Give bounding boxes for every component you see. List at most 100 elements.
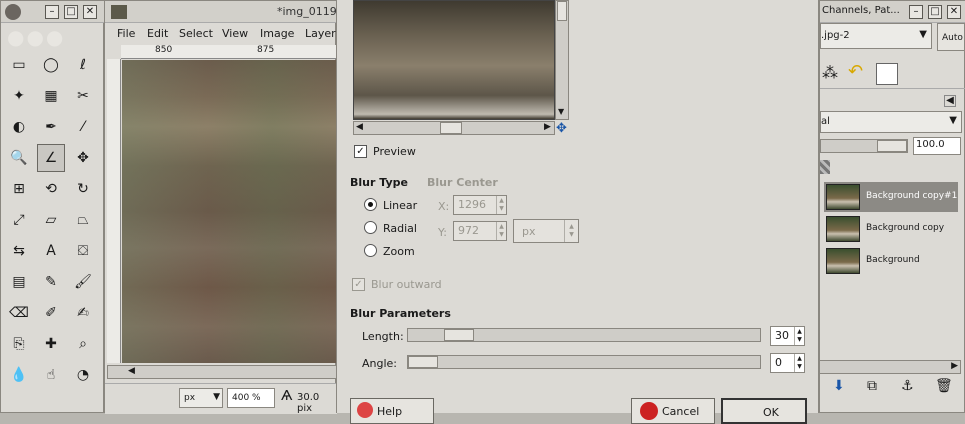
radio-zoom[interactable]: [364, 244, 377, 257]
opacity-slider-thumb[interactable]: [877, 140, 907, 152]
fuzzy-select-icon[interactable]: ✦: [5, 82, 33, 110]
pencil-icon[interactable]: ✎: [37, 268, 65, 296]
minimize-button[interactable]: –: [909, 5, 923, 19]
lock-alpha-checker[interactable]: [820, 160, 830, 174]
preview-vscrollbar[interactable]: ▼: [555, 0, 569, 120]
dodge-icon[interactable]: ◔: [69, 361, 97, 389]
scale-icon[interactable]: ⤢: [5, 206, 33, 234]
preview-checkbox[interactable]: ✓: [354, 145, 367, 158]
move-icon[interactable]: ✥: [69, 144, 97, 172]
color-select-icon[interactable]: ▦: [37, 82, 65, 110]
transform-icon[interactable]: ⟲: [37, 175, 65, 203]
layer-row[interactable]: Background copy#1: [824, 182, 958, 212]
ink-icon[interactable]: ✍: [69, 299, 97, 327]
image-window: *img_0119.j File Edit Select View Image …: [104, 0, 343, 414]
spinner-arrows[interactable]: ▲ ▼: [794, 327, 804, 345]
brushes-tab-icon[interactable]: [876, 63, 898, 85]
opacity-spinner[interactable]: 100.0: [913, 137, 961, 155]
layers-titlebar: Channels, Pat... – □ ✕: [820, 1, 965, 23]
layer-row[interactable]: Background: [824, 246, 958, 276]
paths-icon[interactable]: ✒: [37, 113, 65, 141]
maximize-button[interactable]: □: [64, 5, 78, 19]
menu-image[interactable]: Image: [260, 27, 294, 40]
color-picker-icon[interactable]: ⁄: [69, 113, 97, 141]
angle-slider-thumb[interactable]: [408, 356, 438, 368]
close-button[interactable]: ✕: [947, 5, 961, 19]
scroll-right-icon[interactable]: ▶: [951, 361, 958, 371]
scroll-right-icon[interactable]: ▶: [544, 122, 551, 132]
paths-tab-icon[interactable]: ⁂: [822, 63, 838, 82]
preview-hscroll-thumb[interactable]: [440, 122, 462, 134]
chevron-down-icon: ▼: [919, 29, 927, 40]
minimize-button[interactable]: –: [45, 5, 59, 19]
measure-icon[interactable]: ∠: [37, 144, 65, 172]
rotate-icon[interactable]: ↻: [69, 175, 97, 203]
menu-layer[interactable]: Layer: [305, 27, 336, 40]
foreground-select-icon[interactable]: ◐: [5, 113, 33, 141]
anchor-layer-icon[interactable]: ⚓: [901, 378, 914, 394]
smudge-icon[interactable]: ☝: [37, 361, 65, 389]
shear-icon[interactable]: ▱: [37, 206, 65, 234]
radio-linear[interactable]: [364, 198, 377, 211]
perspective-clone-icon[interactable]: ⌕: [69, 330, 97, 358]
preview-hscrollbar[interactable]: ◀ ▶: [353, 121, 555, 135]
eraser-icon[interactable]: ⌫: [5, 299, 33, 327]
blend-icon[interactable]: ▤: [5, 268, 33, 296]
perspective-icon[interactable]: ⏢: [69, 206, 97, 234]
menu-view[interactable]: View: [222, 27, 248, 40]
blur-params-heading: Blur Parameters: [350, 307, 451, 320]
menu-select[interactable]: Select: [179, 27, 213, 40]
angle-slider[interactable]: [407, 355, 761, 369]
zoom-icon[interactable]: 🔍: [5, 144, 33, 172]
menu-file[interactable]: File: [117, 27, 135, 40]
paintbrush-icon[interactable]: 🖌: [69, 268, 97, 296]
ellipse-select-icon[interactable]: ◯: [37, 51, 65, 79]
bucket-fill-icon[interactable]: ⛋: [69, 237, 97, 265]
panel-menu-icon[interactable]: ◀: [944, 95, 956, 107]
clone-icon[interactable]: ⎘: [5, 330, 33, 358]
delete-layer-icon[interactable]: 🗑: [935, 378, 953, 394]
cancel-button[interactable]: Cancel: [631, 398, 715, 424]
text-icon[interactable]: A: [37, 237, 65, 265]
spinner-arrows[interactable]: ▲ ▼: [794, 354, 804, 372]
auto-button[interactable]: Auto: [937, 23, 965, 51]
airbrush-icon[interactable]: ✐: [37, 299, 65, 327]
lower-layer-icon[interactable]: ⬇: [833, 378, 845, 394]
layer-thumbnail: [826, 248, 860, 274]
menu-edit[interactable]: Edit: [147, 27, 168, 40]
ok-button[interactable]: OK: [721, 398, 807, 424]
unit-select[interactable]: px ▼: [179, 388, 223, 408]
zoom-select[interactable]: 400 %: [227, 388, 275, 408]
duplicate-layer-icon[interactable]: ⧉: [867, 378, 877, 394]
blur-icon[interactable]: 💧: [5, 361, 33, 389]
heal-icon[interactable]: ✚: [37, 330, 65, 358]
layer-row[interactable]: Background copy: [824, 214, 958, 244]
lasso-icon[interactable]: ℓ: [69, 51, 97, 79]
undo-tab-icon[interactable]: ↶: [848, 61, 863, 82]
image-hscrollbar[interactable]: ◀: [107, 365, 337, 379]
maximize-button[interactable]: □: [928, 5, 942, 19]
flip-icon[interactable]: ⇆: [5, 237, 33, 265]
dock-tabs: ⁂ ↶: [820, 59, 965, 89]
length-slider[interactable]: [407, 328, 761, 342]
length-slider-thumb[interactable]: [444, 329, 474, 341]
center-y-label: Y:: [438, 226, 447, 239]
layers-hscrollbar[interactable]: ▶: [819, 360, 961, 374]
navigate-icon[interactable]: ✥: [556, 121, 567, 136]
help-button[interactable]: Help: [350, 398, 434, 424]
scissors-icon[interactable]: ✂: [69, 82, 97, 110]
opacity-slider[interactable]: [820, 139, 908, 153]
help-icon: [357, 402, 373, 418]
radio-radial[interactable]: [364, 221, 377, 234]
align-icon[interactable]: ⊞: [5, 175, 33, 203]
length-spinner[interactable]: 30 ▲ ▼: [770, 326, 805, 346]
rect-select-icon[interactable]: ▭: [5, 51, 33, 79]
scroll-left-icon[interactable]: ◀: [128, 366, 135, 376]
image-select[interactable]: .jpg-2 ▼: [820, 23, 932, 49]
preview-vscroll-thumb[interactable]: [557, 1, 567, 21]
angle-spinner[interactable]: 0 ▲ ▼: [770, 353, 805, 373]
mode-select[interactable]: al ▼: [820, 111, 962, 133]
scroll-left-icon[interactable]: ◀: [356, 122, 363, 132]
scroll-down-icon[interactable]: ▼: [558, 107, 564, 116]
close-button[interactable]: ✕: [83, 5, 97, 19]
